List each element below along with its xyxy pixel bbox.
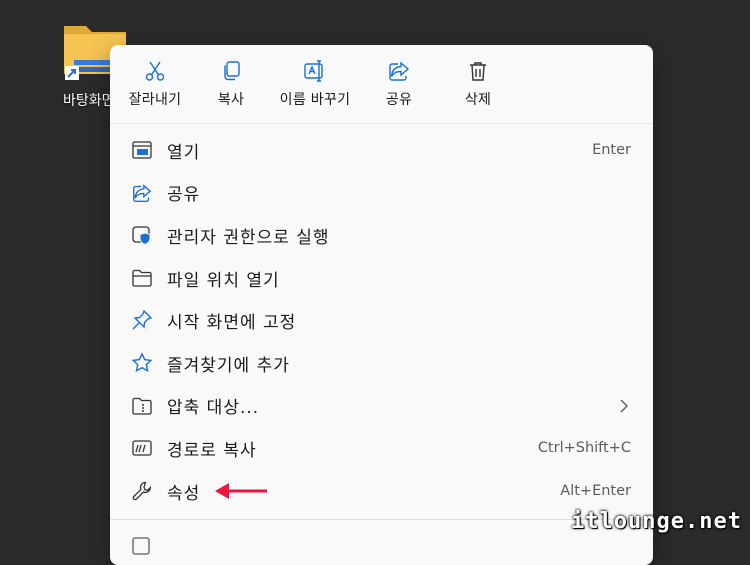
rename-button[interactable]: 이름 바꾸기 [270, 45, 360, 123]
menu-items-list: 열기 Enter 공유 관리자 권한으로 실행 파일 위치 열기 시작 화면에 … [110, 129, 653, 512]
wrench-icon [130, 479, 154, 503]
cut-button[interactable]: 잘라내기 [118, 45, 192, 123]
menu-item-add-to-favorites[interactable]: 즐겨찾기에 추가 [110, 342, 653, 385]
share-button[interactable]: 공유 [360, 45, 438, 123]
open-label: 열기 [167, 142, 201, 163]
add-to-favorites-label: 즐겨찾기에 추가 [167, 355, 290, 376]
zip-folder-icon [130, 394, 154, 418]
copy-path-icon [130, 436, 154, 460]
menu-item-open-file-location[interactable]: 파일 위치 열기 [110, 257, 653, 300]
pin-icon [130, 308, 154, 332]
menu-item-share[interactable]: 공유 [110, 172, 653, 215]
star-icon [130, 351, 154, 375]
chevron-right-icon [620, 399, 628, 413]
compress-to-label: 압축 대상... [167, 398, 260, 419]
pin-to-start-label: 시작 화면에 고정 [167, 313, 297, 334]
run-as-admin-label: 관리자 권한으로 실행 [167, 227, 330, 248]
admin-shield-icon [130, 223, 154, 247]
delete-label: 삭제 [464, 92, 492, 108]
annotation-arrow-icon [215, 483, 267, 499]
copy-as-path-label: 경로로 복사 [167, 440, 257, 461]
trash-icon [470, 62, 486, 81]
scissors-icon [145, 61, 165, 81]
cut-label: 잘라내기 [128, 92, 182, 108]
context-menu: 잘라내기 복사 이름 바꾸기 공유 삭제 열기 Enter 공유 관리자 권한으… [110, 45, 653, 565]
properties-label: 속성 [167, 483, 201, 504]
properties-shortcut: Alt+Enter [560, 483, 631, 500]
desktop-icon-label: 바탕화면 [63, 93, 115, 109]
open-shortcut: Enter [592, 142, 631, 159]
quick-actions-bar: 잘라내기 복사 이름 바꾸기 공유 삭제 [110, 45, 653, 124]
copy-as-path-shortcut: Ctrl+Shift+C [537, 440, 631, 457]
more-options-icon [132, 537, 150, 555]
open-window-icon [130, 138, 154, 162]
menu-item-pin-to-start[interactable]: 시작 화면에 고정 [110, 299, 653, 342]
copy-button[interactable]: 복사 [192, 45, 270, 123]
share-icon [389, 61, 410, 81]
menu-item-properties[interactable]: 속성 Alt+Enter [110, 470, 653, 513]
share-item-label: 공유 [167, 185, 201, 206]
menu-item-open[interactable]: 열기 Enter [110, 129, 653, 172]
share-icon [130, 181, 154, 205]
copy-icon [224, 61, 240, 81]
delete-button[interactable]: 삭제 [438, 45, 518, 123]
rename-label: 이름 바꾸기 [279, 92, 351, 108]
menu-item-copy-as-path[interactable]: 경로로 복사 Ctrl+Shift+C [110, 427, 653, 470]
menu-item-compress-to[interactable]: 압축 대상... [110, 385, 653, 428]
watermark: itlounge.net [571, 509, 742, 534]
folder-icon [130, 266, 154, 290]
rename-icon [304, 60, 323, 82]
copy-label: 복사 [217, 92, 245, 108]
open-file-location-label: 파일 위치 열기 [167, 270, 280, 291]
share-label: 공유 [385, 92, 413, 108]
menu-item-run-as-admin[interactable]: 관리자 권한으로 실행 [110, 214, 653, 257]
